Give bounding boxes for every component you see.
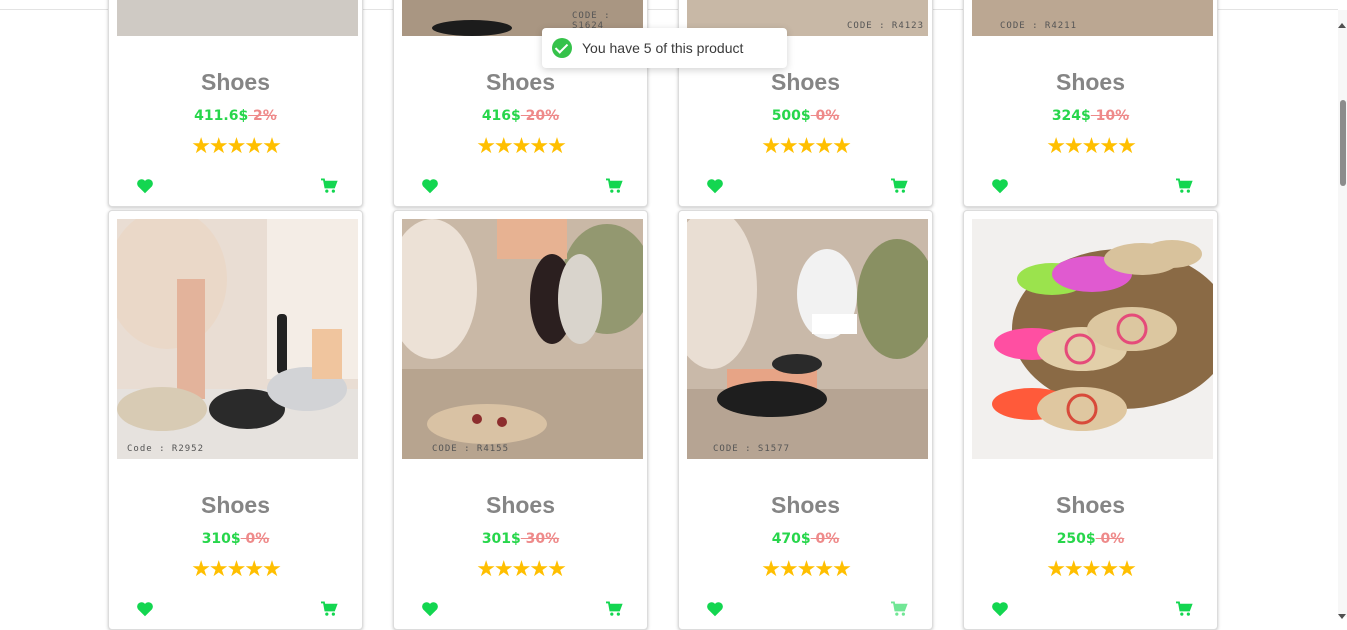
rating-stars: ★★★★★ (191, 557, 282, 582)
price-value: 411.6$ (194, 108, 249, 124)
product-code: CODE : R4123 (847, 21, 925, 31)
cart-icon[interactable] (890, 601, 908, 617)
heart-icon[interactable] (991, 601, 1009, 617)
toast-message: You have 5 of this product (582, 40, 744, 56)
cart-icon[interactable] (605, 601, 623, 617)
cart-icon[interactable] (605, 178, 623, 194)
product-price: 470$ 0% (679, 531, 932, 547)
product-price: 411.6$ 2% (109, 108, 362, 124)
heart-icon[interactable] (421, 178, 439, 194)
scroll-up-arrow-icon[interactable] (1338, 23, 1346, 28)
product-image[interactable] (972, 219, 1213, 459)
price-value: 310$ (201, 531, 241, 547)
price-value: 416$ (481, 108, 521, 124)
product-price: 250$ 0% (964, 531, 1217, 547)
product-title[interactable]: Shoes (394, 492, 647, 519)
cart-icon[interactable] (1175, 178, 1193, 194)
discount-value: 0% (240, 531, 270, 547)
scroll-thumb[interactable] (1340, 100, 1346, 186)
discount-value: 0% (810, 531, 840, 547)
discount-value: 30% (520, 531, 560, 547)
heart-icon[interactable] (991, 178, 1009, 194)
discount-value: 0% (810, 108, 840, 124)
discount-value: 0% (1095, 531, 1125, 547)
product-card[interactable]: Shoes 411.6$ 2% ★★★★★ (108, 0, 363, 207)
rating-stars: ★★★★★ (191, 134, 282, 159)
rating-stars: ★★★★★ (1046, 134, 1137, 159)
rating-stars: ★★★★★ (1046, 557, 1137, 582)
product-card[interactable]: CODE : S1577 Shoes 470$ 0% ★★★★★ (678, 210, 933, 630)
product-price: 301$ 30% (394, 531, 647, 547)
price-value: 324$ (1051, 108, 1091, 124)
product-price: 310$ 0% (109, 531, 362, 547)
price-value: 301$ (481, 531, 521, 547)
cart-icon[interactable] (320, 178, 338, 194)
product-image[interactable]: CODE : R4155 (402, 219, 643, 459)
heart-icon[interactable] (706, 601, 724, 617)
product-price: 324$ 10% (964, 108, 1217, 124)
product-title[interactable]: Shoes (679, 69, 932, 96)
product-title[interactable]: Shoes (679, 492, 932, 519)
heart-icon[interactable] (706, 178, 724, 194)
heart-icon[interactable] (136, 601, 154, 617)
product-title[interactable]: Shoes (109, 492, 362, 519)
heart-icon[interactable] (421, 601, 439, 617)
check-circle-icon (552, 38, 572, 58)
heart-icon[interactable] (136, 178, 154, 194)
product-card[interactable]: CODE : R4155 Shoes 301$ 30% ★★★★★ (393, 210, 648, 630)
product-card[interactable]: CODE : R4211 Shoes 324$ 10% ★★★★★ (963, 0, 1218, 207)
rating-stars: ★★★★★ (476, 557, 567, 582)
product-title[interactable]: Shoes (964, 492, 1217, 519)
discount-value: 2% (248, 108, 277, 124)
cart-icon[interactable] (1175, 601, 1193, 617)
product-code: CODE : R4155 (432, 444, 510, 454)
product-card[interactable]: Code : R2952 Shoes 310$ 0% ★★★★★ (108, 210, 363, 630)
cart-icon[interactable] (320, 601, 338, 617)
product-image[interactable]: CODE : S1577 (687, 219, 928, 459)
rating-stars: ★★★★★ (761, 134, 852, 159)
rating-stars: ★★★★★ (476, 134, 567, 159)
product-card[interactable]: Shoes 250$ 0% ★★★★★ (963, 210, 1218, 630)
product-price: 416$ 20% (394, 108, 647, 124)
price-value: 250$ (1056, 531, 1096, 547)
price-value: 500$ (771, 108, 811, 124)
product-code: CODE : S1577 (713, 444, 791, 454)
rating-stars: ★★★★★ (761, 557, 852, 582)
product-code: Code : R2952 (127, 444, 205, 454)
cart-icon[interactable] (890, 178, 908, 194)
product-grid: Shoes 411.6$ 2% ★★★★★ CODE : S1624 Shoes… (0, 0, 1338, 630)
discount-value: 10% (1090, 108, 1130, 124)
price-value: 470$ (771, 531, 811, 547)
product-image[interactable] (117, 0, 358, 36)
discount-value: 20% (520, 108, 560, 124)
toast-notification[interactable]: You have 5 of this product (542, 28, 787, 68)
product-code: CODE : R4211 (1000, 21, 1078, 31)
product-image[interactable]: Code : R2952 (117, 219, 358, 459)
product-title[interactable]: Shoes (109, 69, 362, 96)
product-title[interactable]: Shoes (394, 69, 647, 96)
product-price: 500$ 0% (679, 108, 932, 124)
product-title[interactable]: Shoes (964, 69, 1217, 96)
page-scrollbar[interactable] (1338, 10, 1347, 619)
product-image[interactable]: CODE : R4211 (972, 0, 1213, 36)
